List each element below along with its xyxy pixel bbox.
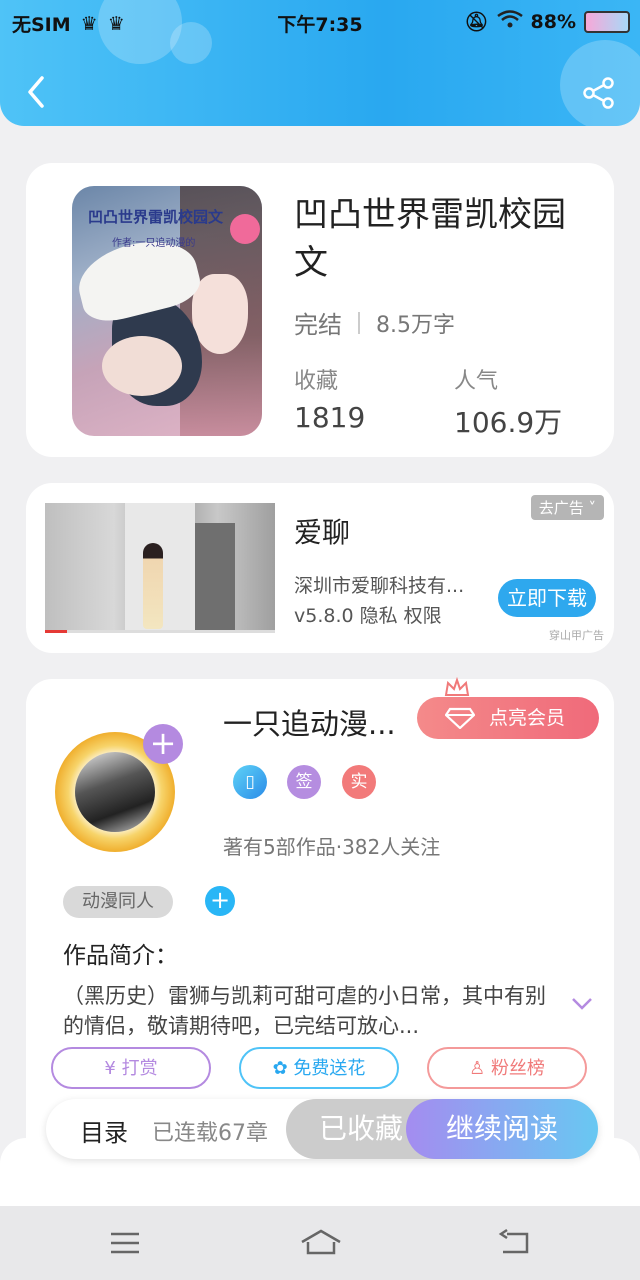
ad-source-label: 穿山甲广告 [549, 629, 604, 642]
ad-version-line[interactable]: v5.8.0 隐私 权限 [294, 601, 442, 628]
continue-reading-button[interactable]: 继续阅读 [406, 1099, 598, 1159]
ad-app-name: 爱聊 [294, 516, 351, 549]
favorites-label: 收藏 [294, 369, 339, 394]
intro-text: （黑历史）雷狮与凯莉可甜可虐的小日常，其中有别的情侣，敬请期待吧，已完结可放心.… [63, 984, 546, 1038]
tip-label: 打赏 [121, 1058, 158, 1079]
vip-button[interactable]: 点亮会员 [417, 697, 599, 739]
chevron-down-icon: ˅ [588, 499, 597, 517]
yen-icon: ¥ [104, 1058, 116, 1079]
cover-title: 凹凸世界雷凯校园文 [88, 208, 224, 226]
person-icon: ♙ [469, 1058, 486, 1079]
book-info-card: 凹凸世界雷凯校园文 作者:一只追动漫的 凹凸世界雷凯校园文 完结 8.5万字 收… [26, 163, 614, 457]
mute-bell-icon: 🔕︎ [464, 11, 489, 33]
add-tag-button[interactable]: + [205, 886, 235, 916]
favorites-value: 1819 [294, 401, 366, 434]
fan-ranking-label: 粉丝榜 [490, 1058, 545, 1079]
cover-author: 作者:一只追动漫的 [112, 238, 196, 249]
header: 无SIM ♛ ♛ 下午7:35 🔕︎ 88% [0, 0, 640, 126]
diamond-icon [445, 707, 475, 729]
ad-company: 深圳市爱聊科技有... [294, 575, 465, 597]
flower-icon: ✿ [272, 1058, 288, 1079]
book-meta: 完结 8.5万字 [294, 305, 455, 340]
avatar[interactable] [75, 752, 155, 832]
ad-card[interactable]: 爱聊 深圳市爱聊科技有... v5.8.0 隐私 权限 去广告 ˅ 立即下载 穿… [26, 483, 614, 653]
back-nav-icon[interactable] [497, 1228, 533, 1258]
intro-title: 作品简介： [63, 943, 178, 969]
menu-icon[interactable] [107, 1228, 143, 1258]
author-name[interactable]: 一只追动漫... [223, 701, 396, 743]
download-button[interactable]: 立即下载 [498, 579, 596, 617]
remove-ad-label: 去广告 [538, 499, 584, 517]
popularity-value: 106.9万 [454, 406, 563, 439]
send-flower-button[interactable]: ✿ 免费送花 [239, 1047, 399, 1089]
wifi-icon [496, 10, 523, 33]
phone-verified-icon: ▯ [233, 765, 267, 799]
vip-label: 点亮会员 [489, 707, 566, 729]
book-status: 完结 [294, 311, 342, 339]
tip-button[interactable]: ¥ 打赏 [51, 1047, 211, 1089]
send-flower-label: 免费送花 [293, 1058, 366, 1079]
word-count: 8.5万字 [376, 312, 455, 338]
video-progress-bar [45, 630, 275, 633]
real-name-badge: 实 [342, 765, 376, 799]
signed-author-badge: 签 [287, 765, 321, 799]
chapter-count: 已连载67章 [152, 1121, 268, 1146]
bottom-action-bar: 目录 已连载67章 已收藏 继续阅读 [46, 1099, 598, 1159]
book-title: 凹凸世界雷凯校园文 [294, 195, 566, 283]
battery-icon [584, 10, 630, 33]
author-info: 著有5部作品·382人关注 [223, 835, 441, 859]
remove-ad-button[interactable]: 去广告 ˅ [530, 495, 604, 520]
home-icon[interactable] [300, 1228, 342, 1258]
battery-percent: 88% [530, 10, 576, 33]
share-icon[interactable] [582, 76, 616, 110]
ad-video-thumbnail[interactable] [45, 503, 275, 633]
crown-icon [444, 677, 470, 696]
chevron-down-icon[interactable] [571, 997, 593, 1011]
popularity-label: 人气 [454, 369, 499, 394]
divider [358, 311, 360, 334]
status-bar: 无SIM ♛ ♛ 下午7:35 🔕︎ 88% [0, 0, 640, 44]
book-cover[interactable]: 凹凸世界雷凯校园文 作者:一只追动漫的 [72, 186, 262, 436]
system-nav-bar [0, 1206, 640, 1280]
table-of-contents-button[interactable]: 目录 [80, 1113, 128, 1148]
back-icon[interactable] [22, 74, 52, 110]
flower-icon [230, 214, 260, 244]
fan-ranking-button[interactable]: ♙ 粉丝榜 [427, 1047, 587, 1089]
follow-plus-button[interactable]: + [143, 724, 183, 764]
genre-tag[interactable]: 动漫同人 [63, 886, 173, 918]
